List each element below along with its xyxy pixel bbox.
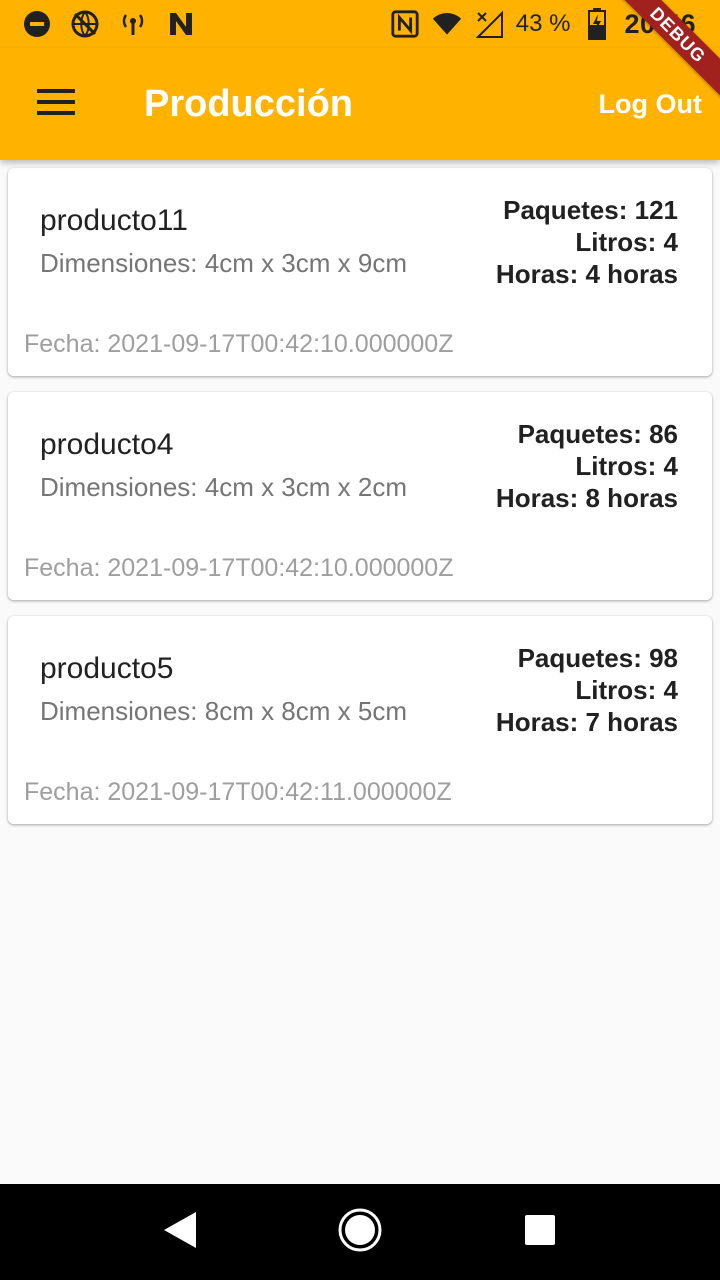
menu-button[interactable] bbox=[28, 76, 84, 132]
product-paquetes: Paquetes: 86 bbox=[517, 419, 678, 449]
status-right-icons: 43 % 20:46 bbox=[390, 8, 696, 40]
product-dimensions: Dimensiones: 4cm x 3cm x 2cm bbox=[40, 472, 407, 502]
no-signal-icon bbox=[474, 9, 504, 39]
hotspot-icon bbox=[118, 9, 148, 39]
do-not-disturb-icon bbox=[22, 9, 52, 39]
wifi-icon bbox=[432, 9, 462, 39]
product-stats: Paquetes: 121 Litros: 4 Horas: 4 horas bbox=[496, 194, 678, 290]
product-horas: Horas: 4 horas bbox=[495, 259, 678, 289]
app-bar: Producción Log Out bbox=[0, 48, 720, 160]
home-button[interactable] bbox=[328, 1200, 392, 1264]
product-date: Fecha: 2021-09-17T00:42:11.000000Z bbox=[24, 778, 452, 806]
product-list: producto11 Dimensiones: 4cm x 3cm x 9cm … bbox=[0, 160, 720, 1184]
product-name: producto5 bbox=[40, 652, 174, 685]
hamburger-menu-icon bbox=[37, 88, 75, 120]
battery-charging-icon bbox=[582, 8, 612, 40]
battery-percent: 43 % bbox=[515, 10, 571, 37]
product-card[interactable]: producto4 Dimensiones: 4cm x 3cm x 2cm P… bbox=[8, 392, 712, 600]
product-date: Fecha: 2021-09-17T00:42:10.000000Z bbox=[24, 330, 454, 358]
recents-icon bbox=[524, 1214, 556, 1251]
status-time: 20:46 bbox=[624, 8, 696, 39]
page-title: Producción bbox=[144, 82, 354, 125]
logout-button[interactable]: Log Out bbox=[599, 81, 702, 128]
product-date: Fecha: 2021-09-17T00:42:10.000000Z bbox=[24, 554, 454, 582]
product-name: producto11 bbox=[40, 204, 188, 237]
recents-button[interactable] bbox=[508, 1200, 572, 1264]
product-litros: Litros: 4 bbox=[575, 227, 678, 257]
product-name: producto4 bbox=[40, 428, 174, 461]
status-bar: 43 % 20:46 bbox=[0, 0, 720, 48]
product-paquetes: Paquetes: 98 bbox=[517, 643, 678, 673]
product-horas: Horas: 8 horas bbox=[495, 483, 678, 513]
back-icon bbox=[162, 1210, 198, 1255]
status-left-icons bbox=[22, 9, 196, 39]
navigation-bar bbox=[0, 1184, 720, 1280]
product-litros: Litros: 4 bbox=[575, 675, 678, 705]
n-logo-icon bbox=[166, 9, 196, 39]
vpn-globe-icon bbox=[70, 9, 100, 39]
nfc-icon bbox=[390, 9, 420, 39]
back-button[interactable] bbox=[148, 1200, 212, 1264]
product-dimensions: Dimensiones: 4cm x 3cm x 9cm bbox=[40, 248, 407, 278]
screen: 43 % 20:46 DEBUG Producción Log Out prod… bbox=[0, 0, 720, 1280]
home-icon bbox=[337, 1207, 383, 1258]
product-card[interactable]: producto5 Dimensiones: 8cm x 8cm x 5cm P… bbox=[8, 616, 712, 824]
product-horas: Horas: 7 horas bbox=[495, 707, 678, 737]
product-stats: Paquetes: 98 Litros: 4 Horas: 7 horas bbox=[496, 642, 678, 738]
product-dimensions: Dimensiones: 8cm x 8cm x 5cm bbox=[40, 696, 407, 726]
product-card[interactable]: producto11 Dimensiones: 4cm x 3cm x 9cm … bbox=[8, 168, 712, 376]
product-litros: Litros: 4 bbox=[575, 451, 678, 481]
product-stats: Paquetes: 86 Litros: 4 Horas: 8 horas bbox=[496, 418, 678, 514]
product-paquetes: Paquetes: 121 bbox=[503, 195, 678, 225]
